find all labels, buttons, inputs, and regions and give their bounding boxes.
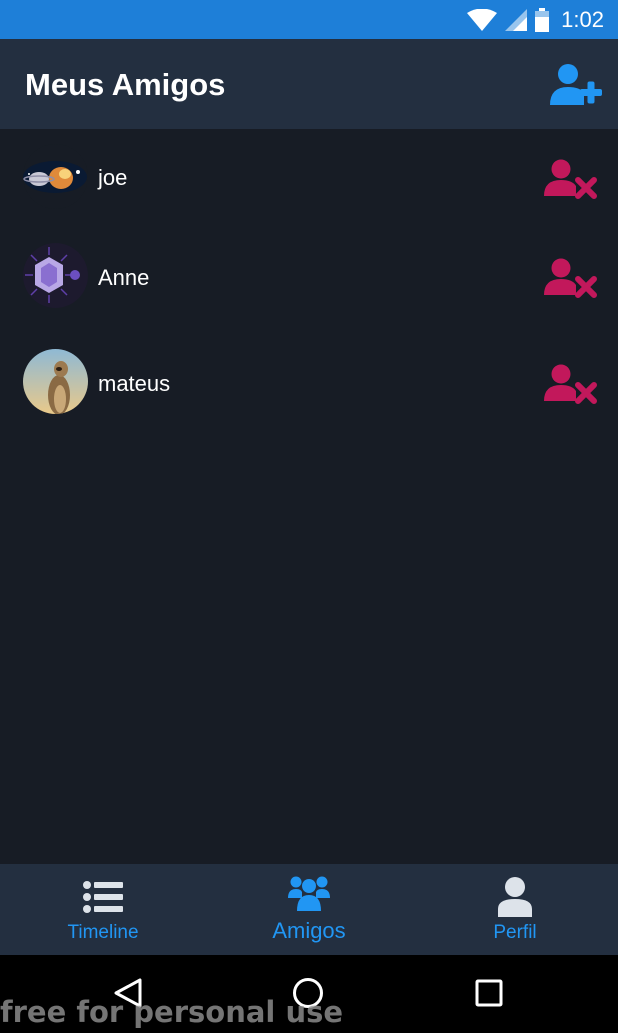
avatar [23,144,88,209]
remove-friend-button[interactable] [544,363,598,407]
add-user-icon [550,64,602,105]
avatar [23,243,88,308]
list-icon [83,881,123,913]
remove-user-icon [544,258,597,298]
remove-friend-button[interactable] [544,257,598,301]
list-item[interactable]: Anne [0,228,618,318]
wifi-icon [467,9,498,31]
app-bar: Meus Amigos [0,39,618,129]
add-friend-button[interactable] [550,61,606,109]
status-icons: 1:02 [467,6,604,34]
bottom-nav: Timeline Amigos Perfil [0,864,618,955]
users-group-icon [288,876,330,911]
tab-amigos[interactable]: Amigos [206,864,412,955]
remove-user-icon [544,159,597,199]
tab-perfil-label: Perfil [493,922,537,943]
signal-icon [505,9,528,31]
recents-button[interactable] [475,979,503,1012]
purple-virus-image [23,243,88,308]
tab-perfil[interactable]: Perfil [412,864,618,955]
status-bar: 1:02 [0,0,618,39]
tab-amigos-label: Amigos [272,918,346,943]
friend-name: mateus [98,371,171,396]
list-item[interactable]: joe [0,129,618,219]
friend-name: Anne [98,265,150,290]
avatar [23,349,88,414]
space-planet-image [23,144,88,209]
user-icon [498,877,532,917]
page-title: Meus Amigos [25,67,226,102]
friend-name: joe [98,165,128,190]
battery-icon [535,8,550,32]
remove-friend-button[interactable] [544,158,598,202]
tab-timeline[interactable]: Timeline [0,864,206,955]
recents-icon [475,979,503,1007]
meerkat-photo [23,349,88,414]
remove-user-icon [544,364,597,404]
status-time: 1:02 [561,7,604,32]
list-item[interactable]: mateus [0,334,618,424]
watermark: free for personal use [0,995,344,1029]
tab-timeline-label: Timeline [67,922,139,943]
